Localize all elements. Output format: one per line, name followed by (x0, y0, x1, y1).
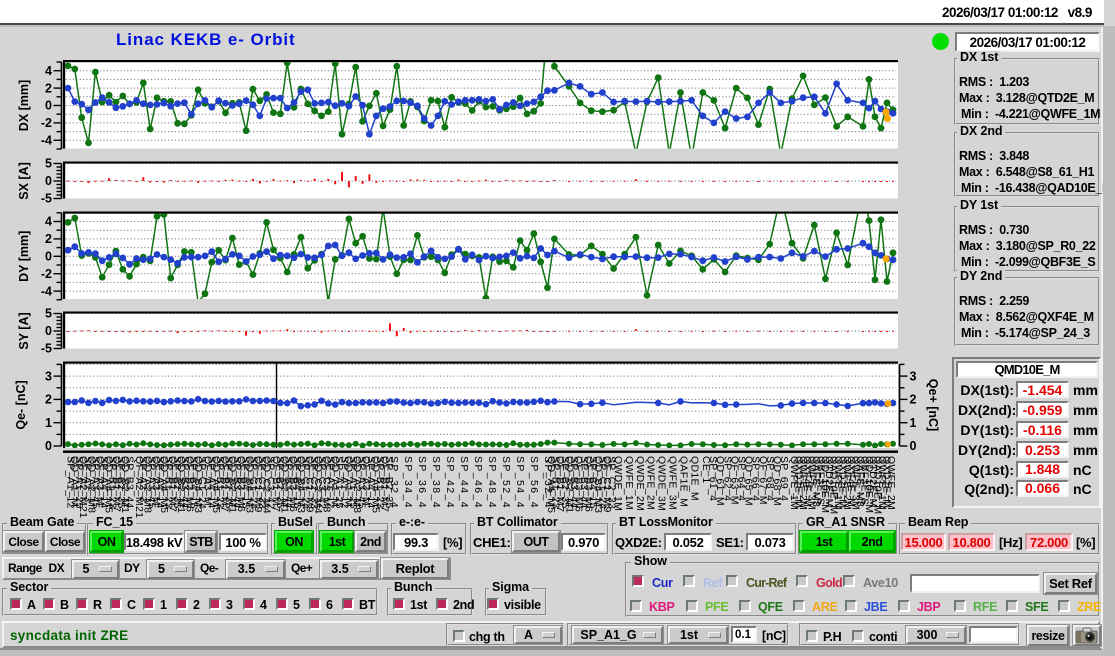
svg-text:SX [A]: SX [A] (17, 162, 31, 200)
svg-text:5: 5 (45, 157, 52, 171)
svg-text:4: 4 (45, 215, 52, 229)
svg-text:0: 0 (45, 324, 52, 338)
svg-text:2: 2 (910, 393, 917, 407)
svg-text:5: 5 (45, 307, 52, 321)
svg-text:QD1E_M: QD1E_M (688, 456, 700, 501)
svg-text:0: 0 (45, 439, 52, 453)
svg-text:QWFE_2M: QWFE_2M (645, 456, 657, 510)
svg-text:SP_48_4: SP_48_4 (486, 456, 498, 509)
svg-text:QAF1E_M: QAF1E_M (677, 456, 689, 507)
svg-text:SP_34_4: SP_34_4 (402, 456, 414, 509)
svg-text:QWFE_3M: QWFE_3M (667, 456, 679, 510)
svg-text:SP_44_4: SP_44_4 (458, 456, 470, 509)
svg-text:2: 2 (45, 393, 52, 407)
svg-text:-2: -2 (41, 116, 52, 130)
svg-text:SP_56_4: SP_56_4 (528, 456, 540, 509)
svg-text:SP_46_4: SP_46_4 (472, 456, 484, 509)
svg-text:SY [A]: SY [A] (17, 312, 31, 349)
svg-text:1: 1 (910, 416, 917, 430)
svg-text:1: 1 (45, 416, 52, 430)
svg-text:-2: -2 (41, 267, 52, 281)
svg-text:-4: -4 (41, 134, 52, 148)
svg-text:Qe- [nC]: Qe- [nC] (14, 380, 28, 429)
svg-text:3: 3 (45, 369, 52, 383)
svg-text:SP_38_4: SP_38_4 (430, 456, 442, 509)
svg-text:2: 2 (45, 81, 52, 95)
svg-text:2: 2 (45, 232, 52, 246)
svg-text:3: 3 (910, 369, 917, 383)
svg-text:-5: -5 (41, 342, 52, 356)
svg-text:0: 0 (45, 174, 52, 188)
svg-text:-5: -5 (41, 192, 52, 206)
svg-text:QWFE_2M: QWFE_2M (885, 456, 897, 510)
svg-text:0: 0 (45, 250, 52, 264)
svg-text:SP_52_4: SP_52_4 (500, 456, 512, 509)
svg-text:0: 0 (45, 99, 52, 113)
svg-text:-4: -4 (41, 284, 52, 298)
svg-text:SP_32_4: SP_32_4 (388, 456, 400, 509)
svg-text:QWDE_3M: QWDE_3M (656, 456, 668, 511)
svg-text:0: 0 (910, 439, 917, 453)
svg-text:DY [mm]: DY [mm] (17, 231, 31, 282)
svg-text:SP_36_4: SP_36_4 (416, 456, 428, 509)
svg-text:SP_42_4: SP_42_4 (444, 456, 456, 509)
svg-text:DX [mm]: DX [mm] (17, 80, 31, 131)
svg-text:QWDE_2M: QWDE_2M (634, 456, 646, 511)
svg-text:4: 4 (45, 64, 52, 78)
svg-text:SP_54_4: SP_54_4 (514, 456, 526, 509)
svg-text:QWDE_1M: QWDE_1M (612, 456, 624, 511)
svg-text:Qe+ [nC]: Qe+ [nC] (926, 379, 940, 431)
svg-text:QWFE_1M: QWFE_1M (623, 456, 635, 510)
